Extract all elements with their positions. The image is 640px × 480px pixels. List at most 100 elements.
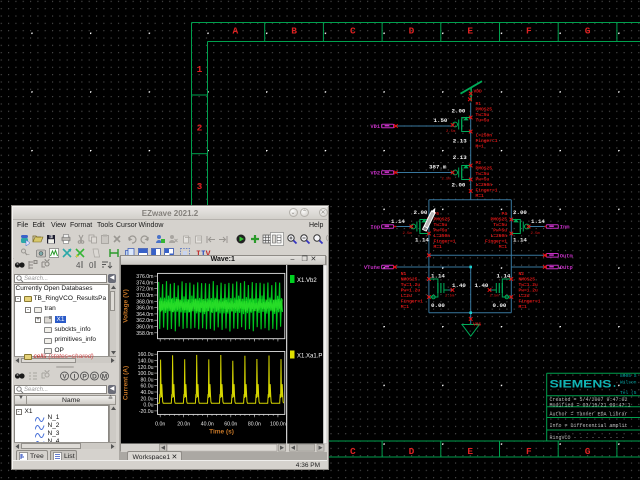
svg-text:Finger=1: Finger=1 <box>476 138 498 144</box>
svg-text:0.00: 0.00 <box>493 302 507 309</box>
svg-text:368.0m: 368.0m <box>136 299 153 305</box>
svg-text:Wilson: Wilson <box>620 380 637 386</box>
svg-text:358.0m: 358.0m <box>136 330 153 336</box>
svg-text:F: F <box>526 26 532 37</box>
svg-text:Finger=1: Finger=1 <box>434 239 456 245</box>
svg-text:1.14: 1.14 <box>513 237 527 244</box>
svg-text:20.0n: 20.0n <box>177 421 190 427</box>
svg-text:VSS: VSS <box>473 322 482 328</box>
svg-text:2.5m: 2.5m <box>445 295 455 299</box>
svg-text:SIEMENS: SIEMENS <box>550 379 612 391</box>
svg-text:0.0u: 0.0u <box>143 402 153 408</box>
svg-text:B: B <box>291 26 297 37</box>
svg-text:RingVCO - - - - - - - - -: RingVCO - - - - - - - - - <box>550 435 625 441</box>
svg-text:Pw=1.2u: Pw=1.2u <box>401 288 421 294</box>
svg-text:N2: N2 <box>519 271 525 277</box>
svg-text:L=250n: L=250n <box>434 233 451 239</box>
svg-text:374.0m: 374.0m <box>136 280 153 286</box>
svg-text:1.40: 1.40 <box>452 282 466 289</box>
svg-text:387.m: 387.m <box>429 164 447 171</box>
svg-text:Tw=5u: Tw=5u <box>434 222 448 228</box>
svg-text:Tel (5: Tel (5 <box>620 390 637 396</box>
svg-text:NMOS25: NMOS25 <box>401 277 418 283</box>
svg-text:X1.Xa1.P: X1.Xa1.P <box>297 353 322 359</box>
svg-text:2.5m: 2.5m <box>446 130 456 134</box>
svg-text:Info = Differential amplit: Info = Differential amplit <box>550 423 628 429</box>
svg-text:PMOS25: PMOS25 <box>476 166 493 172</box>
svg-text:40.0n: 40.0n <box>200 421 213 427</box>
svg-text:L=250n: L=250n <box>476 133 493 139</box>
svg-text:Author = Tanner EDA Librar: Author = Tanner EDA Librar <box>550 412 628 418</box>
svg-text:1.50: 1.50 <box>434 117 448 124</box>
svg-text:8005 S: 8005 S <box>620 373 637 379</box>
svg-text:2.00: 2.00 <box>452 108 466 115</box>
svg-text:M=1: M=1 <box>519 304 528 310</box>
svg-text:60.0n: 60.0n <box>224 421 237 427</box>
svg-text:Outm: Outm <box>560 253 574 259</box>
svg-text:Tw=5u: Tw=5u <box>476 112 490 118</box>
svg-text:Finger=1: Finger=1 <box>485 239 507 245</box>
svg-text:40.0u: 40.0u <box>140 390 153 396</box>
svg-text:2.5m: 2.5m <box>442 178 452 182</box>
svg-text:NMOS25: NMOS25 <box>519 277 536 283</box>
svg-text:P2: P2 <box>476 160 482 166</box>
svg-text:L=2u: L=2u <box>519 293 530 299</box>
svg-text:PMOS25: PMOS25 <box>490 217 507 223</box>
svg-text:80.0n: 80.0n <box>247 421 260 427</box>
svg-text:364.0m: 364.0m <box>136 311 153 317</box>
svg-text:M=1: M=1 <box>401 304 410 310</box>
svg-text:1.14: 1.14 <box>531 218 545 225</box>
svg-text:Pw=5u: Pw=5u <box>476 177 490 183</box>
svg-text:VD1: VD1 <box>370 124 380 130</box>
svg-text:P4: P4 <box>501 211 507 217</box>
svg-text:100.0n: 100.0n <box>269 421 285 427</box>
svg-text:360.0m: 360.0m <box>136 324 153 330</box>
svg-text:E: E <box>467 446 473 457</box>
svg-text:4: 4 <box>76 261 81 270</box>
svg-text:160.0u: 160.0u <box>137 352 153 358</box>
svg-text:60.0u: 60.0u <box>140 383 153 389</box>
svg-text:N1: N1 <box>401 271 407 277</box>
svg-text:L=2u: L=2u <box>401 293 412 299</box>
svg-text:2.5m: 2.5m <box>490 295 500 299</box>
svg-text:1.14: 1.14 <box>497 273 511 280</box>
svg-text:Pw=5u: Pw=5u <box>434 228 448 234</box>
svg-text:Inm: Inm <box>560 225 570 231</box>
svg-text:2.00: 2.00 <box>414 209 428 216</box>
svg-text:Tw=5u: Tw=5u <box>476 171 490 177</box>
svg-text:2.00: 2.00 <box>452 182 466 189</box>
svg-text:D: D <box>409 446 415 457</box>
svg-text:100.0u: 100.0u <box>137 371 153 377</box>
svg-text:2.5m: 2.5m <box>403 232 413 236</box>
svg-text:Finger=1: Finger=1 <box>476 188 498 194</box>
svg-text:376.0m: 376.0m <box>136 274 153 280</box>
svg-text:3: 3 <box>197 181 203 192</box>
svg-text:1.14: 1.14 <box>415 237 429 244</box>
svg-text:0: 0 <box>89 261 94 270</box>
svg-text:2.5m: 2.5m <box>531 232 541 236</box>
svg-text:1.14: 1.14 <box>431 273 445 280</box>
svg-text:140.0u: 140.0u <box>137 358 153 364</box>
svg-text:VTune: VTune <box>364 265 380 271</box>
svg-text:370.0m: 370.0m <box>136 293 153 299</box>
svg-text:VDD: VDD <box>474 89 483 95</box>
svg-text:M: M <box>101 373 106 380</box>
svg-text:1: 1 <box>197 64 203 75</box>
svg-text:X1.Vb2: X1.Vb2 <box>297 278 317 284</box>
svg-text:F: F <box>526 446 532 457</box>
svg-text:80.0u: 80.0u <box>140 377 153 383</box>
svg-text:A: A <box>233 26 239 37</box>
svg-text:L=250n: L=250n <box>490 233 507 239</box>
svg-text:372.0m: 372.0m <box>136 286 153 292</box>
svg-text:Outp: Outp <box>560 265 573 271</box>
svg-text:M=1: M=1 <box>476 144 485 150</box>
svg-text:P: P <box>82 373 87 380</box>
svg-text:Inp: Inp <box>370 225 380 231</box>
svg-text:2.13: 2.13 <box>453 137 467 144</box>
svg-text:C: C <box>350 446 356 457</box>
svg-text:VD2: VD2 <box>370 171 380 177</box>
svg-text:D: D <box>92 373 97 380</box>
svg-text:366.0m: 366.0m <box>136 305 153 311</box>
svg-text:362.0m: 362.0m <box>136 318 153 324</box>
svg-text:E: E <box>467 26 473 37</box>
